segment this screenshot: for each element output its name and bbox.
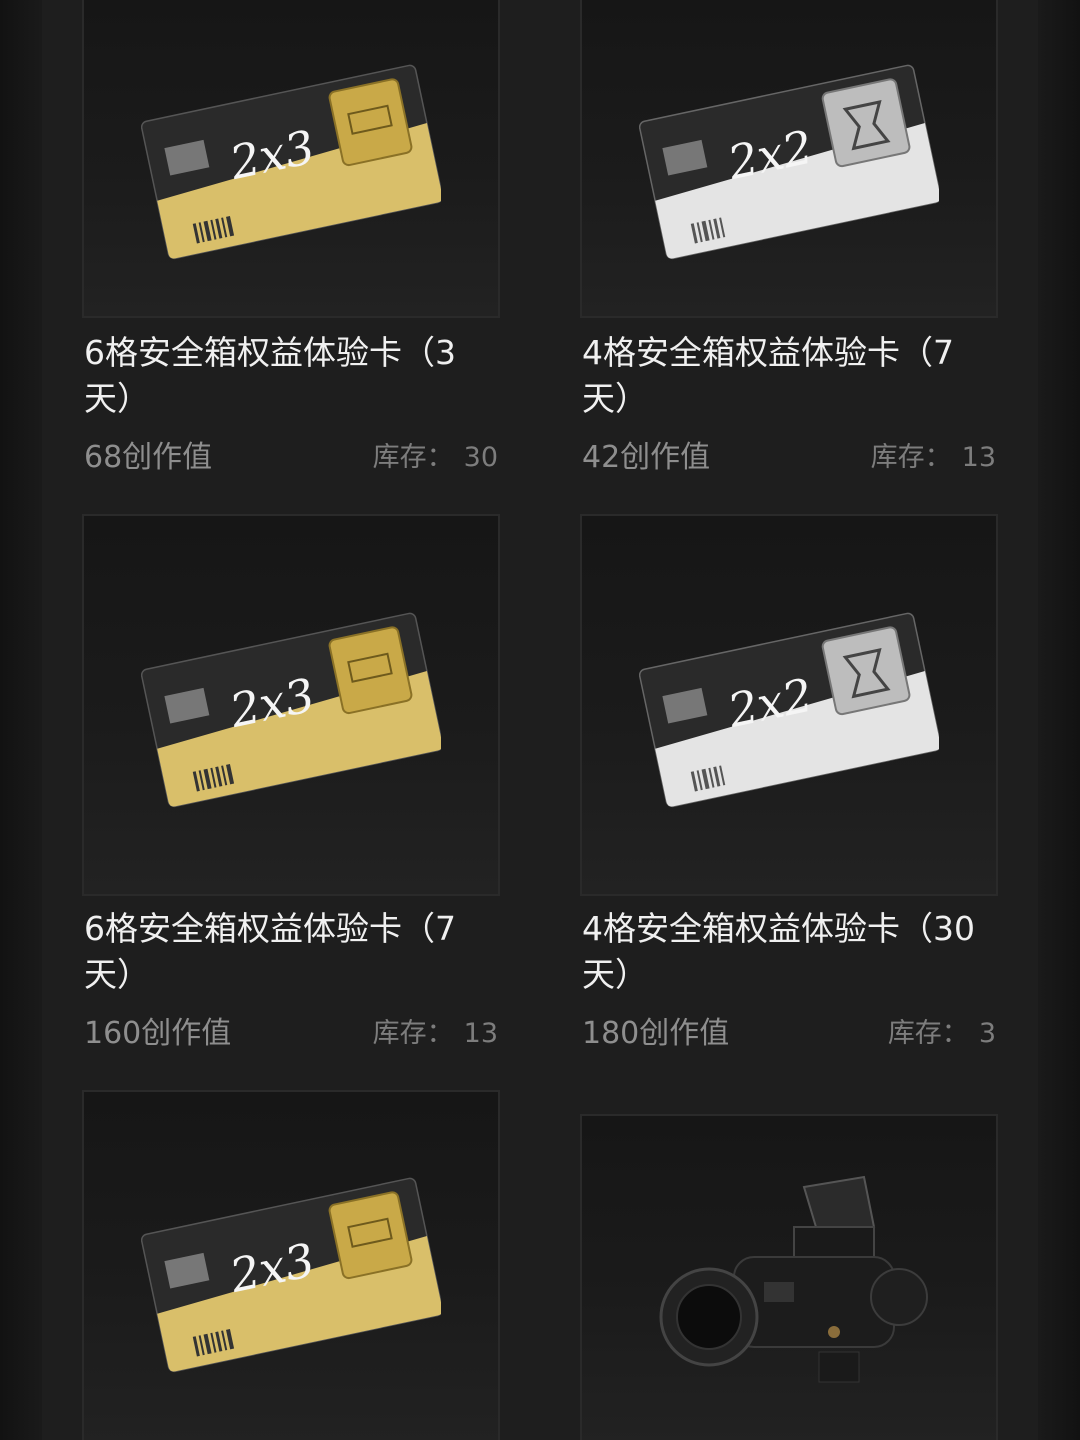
product-price: 42创作值: [582, 440, 711, 475]
product-price: 180创作值: [582, 1016, 730, 1051]
product-stock: 库存： 13: [871, 438, 996, 478]
product-image: 2x2: [580, 514, 998, 896]
gold-safebox-card-icon: 2x3: [141, 1177, 441, 1373]
stock-label: 库存：: [887, 1018, 969, 1049]
product-title: 4格安全箱权益体验卡（30天）: [582, 909, 975, 994]
silver-safebox-card-icon: 2x2: [639, 612, 939, 808]
product-title: 4格安全箱权益体验卡（7天）: [582, 333, 954, 418]
gold-safebox-card-icon: 2x3: [141, 64, 441, 260]
product-stock: 库存： 30: [373, 438, 498, 478]
product-image: 2x3: [82, 1090, 500, 1440]
product-stock: 库存： 13: [373, 1014, 498, 1054]
product-title: 6格安全箱权益体验卡（3天）: [84, 333, 456, 418]
page-left-edge: [0, 0, 42, 1440]
stock-count: 13: [463, 1018, 498, 1049]
stock-count: 30: [463, 442, 498, 473]
product-price: 68创作值: [84, 440, 213, 475]
product-image: [580, 1114, 998, 1440]
night-vision-goggles-icon: [659, 1175, 928, 1383]
product-image: 2x3: [82, 514, 500, 896]
stock-count: 3: [978, 1018, 996, 1049]
product-price: 160创作值: [84, 1016, 232, 1051]
stock-label: 库存：: [372, 442, 454, 473]
page-right-edge: [1038, 0, 1080, 1440]
product-stock: 库存： 3: [888, 1014, 996, 1054]
gold-safebox-card-icon: 2x3: [141, 612, 441, 808]
stock-label: 库存：: [870, 442, 952, 473]
product-image: 2x3: [82, 0, 500, 318]
silver-safebox-card-icon: 2x2: [639, 64, 939, 260]
product-title: 6格安全箱权益体验卡（7天）: [84, 909, 456, 994]
product-image: 2x2: [580, 0, 998, 318]
stock-count: 13: [961, 442, 996, 473]
stock-label: 库存：: [372, 1018, 454, 1049]
